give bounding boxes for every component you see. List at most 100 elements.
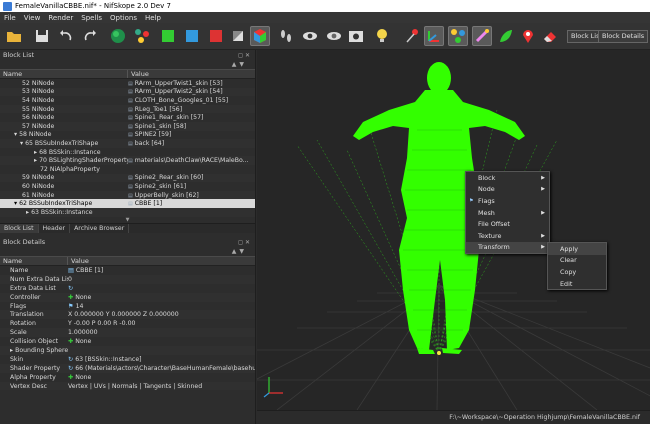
ctx-transform[interactable]: Transform ▶ (466, 241, 549, 254)
ctx-texture[interactable]: Texture ▶ (466, 230, 549, 242)
detail-row-name: Skin (10, 355, 24, 363)
detail-row[interactable]: Alpha Property ✚ None (0, 373, 255, 382)
detail-row[interactable]: Collision Object ✚ None (0, 337, 255, 346)
globe-icon[interactable] (108, 26, 128, 46)
detail-row[interactable]: Flags ⚑ 14 (0, 302, 255, 311)
tab-header[interactable]: Header (39, 224, 71, 233)
ctx-mesh[interactable]: Mesh ▶ (466, 207, 549, 219)
save-icon[interactable] (32, 26, 52, 46)
menu-render[interactable]: Render (48, 14, 73, 22)
color-cube-icon[interactable] (250, 26, 270, 46)
detail-row-value[interactable]: ↻ 63 [BSSkin::Instance] (68, 356, 255, 363)
detail-row-value[interactable]: ✚ None (68, 374, 255, 381)
half-cube-icon[interactable] (228, 26, 248, 46)
ctx-copy[interactable]: Copy (548, 266, 606, 278)
red-cube-icon[interactable] (206, 26, 226, 46)
detail-row-value[interactable]: 0 (68, 276, 255, 283)
detail-row[interactable]: Rotation Y -0.00 P 0.00 R -0.00 (0, 319, 255, 328)
detail-row-value[interactable]: 1.000000 (68, 329, 255, 336)
ctx-node[interactable]: Node ▶ (466, 184, 549, 196)
dock-controls-icon[interactable]: ◻✕ (238, 52, 252, 59)
transform-submenu: Apply Clear Copy Edit (547, 242, 607, 291)
detail-row-value[interactable]: ↻ (68, 285, 255, 292)
detail-row[interactable]: Extra Data List ↻ (0, 284, 255, 293)
collapse-expand-icon[interactable]: ▲▼ (232, 61, 247, 68)
tree-row[interactable]: ▸ 68 BSSkin::Instance (0, 148, 255, 157)
eye-alt-icon[interactable] (324, 26, 344, 46)
tree-row[interactable]: 61 NiNode ▤ UpperBelly_skin [62] (0, 190, 255, 200)
detail-row-value[interactable]: Vertex | UVs | Normals | Tangents | Skin… (68, 383, 255, 390)
details-dock-controls-icon[interactable]: ◻✕ (238, 239, 252, 246)
pin-icon[interactable] (402, 26, 422, 46)
ctx-apply[interactable]: Apply (548, 243, 606, 255)
block-list-col-value[interactable]: Value (128, 70, 149, 78)
detail-row[interactable]: Translation X 0.000000 Y 0.000000 Z 0.000… (0, 310, 255, 320)
tree-row[interactable]: ▾ 62 BSSubIndexTriShape ▤ CBBE [1] (0, 199, 255, 208)
menu-spells[interactable]: Spells (81, 14, 102, 22)
tree-row[interactable]: ▸ 63 BSSkin::Instance (0, 207, 255, 217)
screenshot-icon[interactable] (346, 26, 366, 46)
ctx-block[interactable]: Block ▶ (466, 172, 549, 184)
tree-row[interactable]: 57 NiNode ▤ Spine1_skin [58] (0, 121, 255, 131)
open-folder-icon[interactable] (4, 26, 24, 46)
detail-row-value[interactable]: ▤ CBBE [1] (68, 267, 255, 274)
nodes-icon[interactable] (132, 26, 152, 46)
tree-row[interactable]: 53 NiNode ▤ RArm_UpperTwist2_skin [54] (0, 87, 255, 97)
redo-icon[interactable] (80, 26, 100, 46)
block-details-col-value[interactable]: Value (68, 257, 89, 265)
tree-row[interactable]: 72 NiAlphaProperty (0, 165, 255, 174)
menu-help[interactable]: Help (145, 14, 161, 22)
tree-row[interactable]: ▾ 58 NiNode ▤ SPINE2 [59] (0, 131, 255, 140)
detail-row-value[interactable]: ✚ None (68, 294, 255, 301)
menu-view[interactable]: View (24, 14, 41, 22)
render-viewport[interactable] (257, 50, 650, 410)
detail-row-value[interactable]: ⚑ 14 (68, 303, 255, 310)
detail-row[interactable]: Controller ✚ None (0, 292, 255, 302)
block-details-toggle-button[interactable]: Block Details (598, 30, 649, 43)
detail-row-value[interactable]: ✚ None (68, 338, 255, 345)
leaf-icon[interactable] (496, 26, 516, 46)
bone-icon[interactable] (472, 26, 492, 46)
tree-row[interactable]: 52 NiNode ▤ RArm_UpperTwist1_skin [53] (0, 79, 255, 88)
detail-row[interactable]: Skin ↻ 63 [BSSkin::Instance] (0, 355, 255, 364)
map-pin-icon[interactable] (518, 26, 538, 46)
axes-icon[interactable] (424, 26, 444, 46)
tree-row[interactable]: ▸ 70 BSLightingShaderProperty ▤ materials\… (0, 156, 255, 165)
graph-nodes-icon[interactable] (448, 26, 468, 46)
detail-row[interactable]: Num Extra Data List 0 (0, 274, 255, 284)
tree-row[interactable]: 55 NiNode ▤ RLeg_Toe1 [56] (0, 104, 255, 114)
detail-row[interactable]: ▸ Bounding Sphere (0, 346, 255, 355)
detail-row[interactable]: Name ▤ CBBE [1] (0, 266, 255, 275)
ctx-file-offset[interactable]: File Offset (466, 218, 549, 230)
tree-row[interactable]: ▾ 65 BSSubIndexTriShape ▤ back [64] (0, 139, 255, 148)
tree-row[interactable]: 60 NiNode ▤ Spine2_skin [61] (0, 182, 255, 191)
ctx-flags[interactable]: ⚑ Flags (466, 195, 549, 207)
tree-row[interactable]: 56 NiNode ▤ Spine1_Rear_skin [57] (0, 113, 255, 122)
details-collapse-icon[interactable]: ▲▼ (232, 248, 247, 255)
tree-row-name: 72 NiAlphaProperty (40, 165, 100, 173)
eraser-icon[interactable] (540, 26, 560, 46)
detail-row-value[interactable]: ↻ 66 (Materials\actors\Character\BaseHuma… (68, 365, 255, 372)
detail-row-name: Vertex Desc (10, 382, 48, 390)
tree-row[interactable]: 54 NiNode ▤ CLOTH_Bone_Googles_01 [55] (0, 96, 255, 105)
detail-row[interactable]: Shader Property ↻ 66 (Materials\actors\Cha… (0, 363, 255, 373)
detail-row[interactable]: Scale 1.000000 (0, 328, 255, 338)
eye-icon[interactable] (300, 26, 320, 46)
undo-icon[interactable] (56, 26, 76, 46)
detail-row-value[interactable]: X 0.000000 Y 0.000000 Z 0.000000 (68, 311, 255, 318)
detail-row-value[interactable]: Y -0.00 P 0.00 R -0.00 (68, 320, 255, 327)
footprints-icon[interactable] (276, 26, 296, 46)
blue-cube-icon[interactable] (182, 26, 202, 46)
block-details-col-name[interactable]: Name (0, 257, 68, 265)
menu-options[interactable]: Options (110, 14, 137, 22)
ctx-clear[interactable]: Clear (548, 255, 606, 267)
light-bulb-icon[interactable] (372, 26, 392, 46)
block-list-col-name[interactable]: Name (0, 70, 128, 78)
menu-file[interactable]: File (4, 14, 16, 22)
ctx-edit[interactable]: Edit (548, 278, 606, 290)
tab-block-list[interactable]: Block List (0, 224, 39, 233)
green-cube-icon[interactable] (158, 26, 178, 46)
detail-row[interactable]: Vertex Desc Vertex | UVs | Normals | Tang… (0, 381, 255, 390)
tab-archive-browser[interactable]: Archive Browser (70, 224, 130, 233)
tree-row[interactable]: 59 NiNode ▤ Spine2_Rear_skin [60] (0, 173, 255, 183)
